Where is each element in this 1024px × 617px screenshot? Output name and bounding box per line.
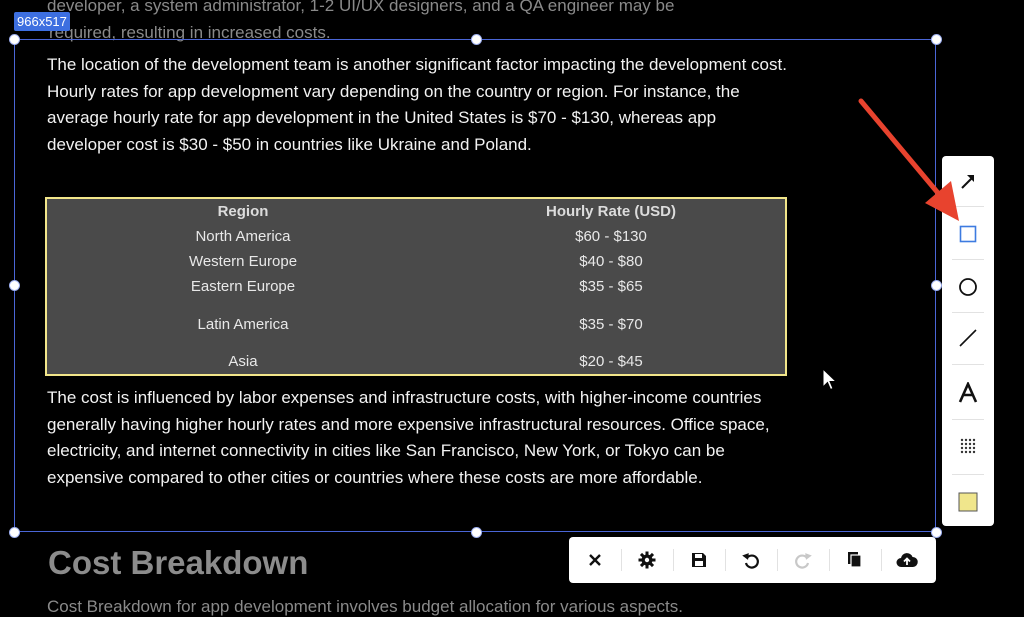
table-cell-region: Latin America [197,316,289,333]
line-tool-button[interactable] [942,318,994,358]
resize-handle-top-right[interactable] [931,34,942,45]
annotation-arrow [858,98,959,221]
table-cell-rate: $60 - $130 [575,228,647,245]
table-header-region: Region [217,203,269,220]
upload-button[interactable] [881,537,933,583]
text-icon [958,382,978,403]
redo-icon [795,553,812,569]
background-line: developer, a system administrator, 1-2 U… [47,0,675,15]
floppy-disk-icon [692,553,706,567]
blur-tool-button[interactable] [942,426,994,466]
rates-table: Region Hourly Rate (USD) North America $… [45,197,787,376]
settings-button[interactable] [621,537,673,583]
table-cell-rate: $35 - $70 [579,316,643,333]
resize-handle-top-left[interactable] [9,34,20,45]
text-tool-button[interactable] [942,373,994,413]
redo-button[interactable] [777,537,829,583]
undo-button[interactable] [725,537,777,583]
background-line: Cost Breakdown for app development invol… [47,597,683,616]
capture-action-bar [569,537,936,583]
circle-tool-button[interactable] [942,267,994,307]
close-icon [589,554,601,566]
table-header-rate: Hourly Rate (USD) [545,203,676,220]
selection-size-badge: 966x517 [14,12,70,31]
resize-handle-top[interactable] [471,34,482,45]
copy-icon [848,552,862,568]
table-cell-rate: $35 - $65 [579,278,643,295]
blur-icon [960,438,976,454]
circle-icon [959,278,977,296]
table-cell-rate: $20 - $45 [579,353,643,370]
resize-handle-bottom[interactable] [471,527,482,538]
section-heading: Cost Breakdown [48,544,309,581]
resize-handle-left[interactable] [9,280,20,291]
save-button[interactable] [673,537,725,583]
resize-handle-bottom-left[interactable] [9,527,20,538]
table-cell-region: North America [195,228,291,245]
table-cell-region: Western Europe [188,253,298,270]
cloud-upload-icon [896,553,918,567]
resize-handle-right[interactable] [931,280,942,291]
color-picker-button[interactable] [942,482,994,522]
undo-icon [742,553,759,569]
table-cell-rate: $40 - $80 [579,253,643,270]
table-cell-region: Eastern Europe [190,278,296,295]
copy-button[interactable] [829,537,881,583]
paragraph-costs: The cost is influenced by labor expenses… [47,388,770,488]
gear-icon [638,551,656,569]
table-cell-region: Asia [228,353,258,370]
mouse-cursor-icon [822,368,838,391]
close-button[interactable] [569,537,621,583]
line-icon [959,329,977,347]
color-swatch-icon [958,492,978,512]
paragraph-location: The location of the development team is … [47,55,787,155]
